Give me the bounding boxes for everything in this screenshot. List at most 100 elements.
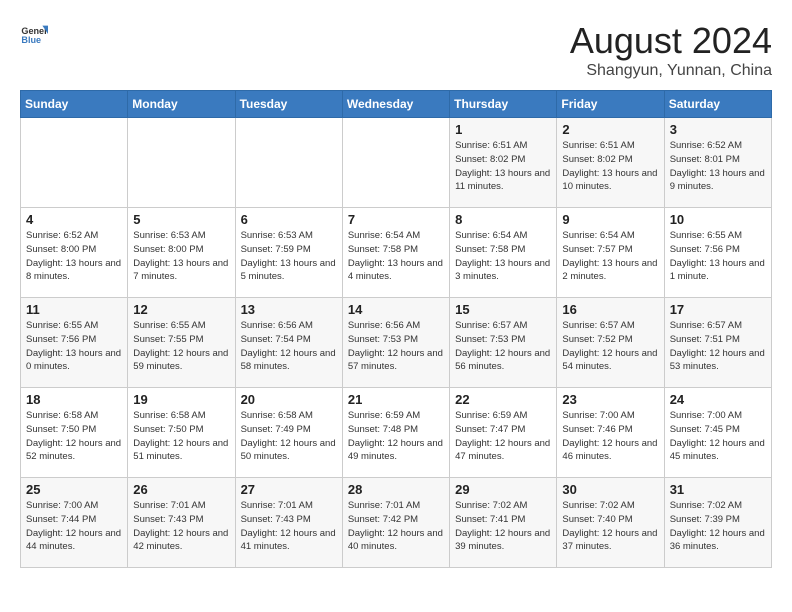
day-number: 23 bbox=[562, 392, 658, 407]
calendar-body: 1 Sunrise: 6:51 AM Sunset: 8:02 PM Daylig… bbox=[21, 118, 772, 568]
day-number: 11 bbox=[26, 302, 122, 317]
calendar-table: SundayMondayTuesdayWednesdayThursdayFrid… bbox=[20, 90, 772, 568]
day-content: Sunrise: 7:02 AM Sunset: 7:41 PM Dayligh… bbox=[455, 499, 551, 554]
day-number: 20 bbox=[241, 392, 337, 407]
calendar-cell: 17Sunrise: 6:57 AM Sunset: 7:51 PM Dayli… bbox=[664, 298, 771, 388]
calendar-cell: 5 Sunrise: 6:53 AM Sunset: 8:00 PM Daylig… bbox=[128, 208, 235, 298]
day-content: Sunrise: 6:59 AM Sunset: 7:47 PM Dayligh… bbox=[455, 409, 551, 464]
day-number: 31 bbox=[670, 482, 766, 497]
calendar-week-row: 1 Sunrise: 6:51 AM Sunset: 8:02 PM Daylig… bbox=[21, 118, 772, 208]
day-number: 7 bbox=[348, 212, 444, 227]
calendar-cell: 13Sunrise: 6:56 AM Sunset: 7:54 PM Dayli… bbox=[235, 298, 342, 388]
calendar-cell bbox=[128, 118, 235, 208]
day-content: Sunrise: 6:57 AM Sunset: 7:51 PM Dayligh… bbox=[670, 319, 766, 374]
calendar-cell: 10Sunrise: 6:55 AM Sunset: 7:56 PM Dayli… bbox=[664, 208, 771, 298]
day-content: Sunrise: 6:59 AM Sunset: 7:48 PM Dayligh… bbox=[348, 409, 444, 464]
calendar-cell: 11 Sunrise: 6:55 AM Sunset: 7:56 PM Dayli… bbox=[21, 298, 128, 388]
day-content: Sunrise: 7:02 AM Sunset: 7:39 PM Dayligh… bbox=[670, 499, 766, 554]
logo: General Blue bbox=[20, 20, 48, 48]
calendar-cell: 8 Sunrise: 6:54 AM Sunset: 7:58 PM Daylig… bbox=[450, 208, 557, 298]
day-number: 26 bbox=[133, 482, 229, 497]
calendar-cell: 16 Sunrise: 6:57 AM Sunset: 7:52 PM Dayli… bbox=[557, 298, 664, 388]
logo-icon: General Blue bbox=[20, 20, 48, 48]
calendar-week-row: 18 Sunrise: 6:58 AM Sunset: 7:50 PM Dayli… bbox=[21, 388, 772, 478]
calendar-cell: 3 Sunrise: 6:52 AM Sunset: 8:01 PM Daylig… bbox=[664, 118, 771, 208]
day-number: 22 bbox=[455, 392, 551, 407]
location-subtitle: Shangyun, Yunnan, China bbox=[570, 62, 772, 80]
calendar-cell bbox=[235, 118, 342, 208]
day-number: 5 bbox=[133, 212, 229, 227]
month-year-title: August 2024 bbox=[570, 20, 772, 62]
day-number: 15 bbox=[455, 302, 551, 317]
calendar-cell: 19Sunrise: 6:58 AM Sunset: 7:50 PM Dayli… bbox=[128, 388, 235, 478]
calendar-header-cell: Monday bbox=[128, 91, 235, 118]
day-number: 29 bbox=[455, 482, 551, 497]
day-content: Sunrise: 7:00 AM Sunset: 7:45 PM Dayligh… bbox=[670, 409, 766, 464]
calendar-header-cell: Tuesday bbox=[235, 91, 342, 118]
day-number: 16 bbox=[562, 302, 658, 317]
day-number: 9 bbox=[562, 212, 658, 227]
day-content: Sunrise: 6:56 AM Sunset: 7:54 PM Dayligh… bbox=[241, 319, 337, 374]
day-content: Sunrise: 7:00 AM Sunset: 7:46 PM Dayligh… bbox=[562, 409, 658, 464]
day-content: Sunrise: 6:58 AM Sunset: 7:50 PM Dayligh… bbox=[26, 409, 122, 464]
day-content: Sunrise: 6:51 AM Sunset: 8:02 PM Dayligh… bbox=[562, 139, 658, 194]
calendar-cell bbox=[342, 118, 449, 208]
calendar-cell: 14Sunrise: 6:56 AM Sunset: 7:53 PM Dayli… bbox=[342, 298, 449, 388]
day-content: Sunrise: 7:01 AM Sunset: 7:43 PM Dayligh… bbox=[241, 499, 337, 554]
calendar-week-row: 11 Sunrise: 6:55 AM Sunset: 7:56 PM Dayli… bbox=[21, 298, 772, 388]
day-number: 4 bbox=[26, 212, 122, 227]
day-content: Sunrise: 6:53 AM Sunset: 7:59 PM Dayligh… bbox=[241, 229, 337, 284]
calendar-header-cell: Wednesday bbox=[342, 91, 449, 118]
calendar-cell: 25 Sunrise: 7:00 AM Sunset: 7:44 PM Dayli… bbox=[21, 478, 128, 568]
day-content: Sunrise: 7:01 AM Sunset: 7:42 PM Dayligh… bbox=[348, 499, 444, 554]
day-number: 25 bbox=[26, 482, 122, 497]
calendar-cell: 6 Sunrise: 6:53 AM Sunset: 7:59 PM Daylig… bbox=[235, 208, 342, 298]
calendar-cell: 7Sunrise: 6:54 AM Sunset: 7:58 PM Daylig… bbox=[342, 208, 449, 298]
calendar-cell: 26 Sunrise: 7:01 AM Sunset: 7:43 PM Dayli… bbox=[128, 478, 235, 568]
calendar-cell: 29 Sunrise: 7:02 AM Sunset: 7:41 PM Dayli… bbox=[450, 478, 557, 568]
day-number: 18 bbox=[26, 392, 122, 407]
day-content: Sunrise: 6:54 AM Sunset: 7:57 PM Dayligh… bbox=[562, 229, 658, 284]
day-number: 28 bbox=[348, 482, 444, 497]
calendar-cell: 15 Sunrise: 6:57 AM Sunset: 7:53 PM Dayli… bbox=[450, 298, 557, 388]
calendar-cell: 21Sunrise: 6:59 AM Sunset: 7:48 PM Dayli… bbox=[342, 388, 449, 478]
calendar-cell: 12Sunrise: 6:55 AM Sunset: 7:55 PM Dayli… bbox=[128, 298, 235, 388]
day-content: Sunrise: 6:51 AM Sunset: 8:02 PM Dayligh… bbox=[455, 139, 551, 194]
calendar-cell: 24Sunrise: 7:00 AM Sunset: 7:45 PM Dayli… bbox=[664, 388, 771, 478]
day-content: Sunrise: 6:57 AM Sunset: 7:53 PM Dayligh… bbox=[455, 319, 551, 374]
calendar-header-cell: Saturday bbox=[664, 91, 771, 118]
svg-text:Blue: Blue bbox=[21, 35, 41, 45]
day-number: 27 bbox=[241, 482, 337, 497]
day-number: 2 bbox=[562, 122, 658, 137]
day-content: Sunrise: 7:01 AM Sunset: 7:43 PM Dayligh… bbox=[133, 499, 229, 554]
calendar-cell: 28 Sunrise: 7:01 AM Sunset: 7:42 PM Dayli… bbox=[342, 478, 449, 568]
day-content: Sunrise: 6:53 AM Sunset: 8:00 PM Dayligh… bbox=[133, 229, 229, 284]
calendar-header-cell: Thursday bbox=[450, 91, 557, 118]
calendar-week-row: 25 Sunrise: 7:00 AM Sunset: 7:44 PM Dayli… bbox=[21, 478, 772, 568]
calendar-cell: 1 Sunrise: 6:51 AM Sunset: 8:02 PM Daylig… bbox=[450, 118, 557, 208]
calendar-header-cell: Sunday bbox=[21, 91, 128, 118]
calendar-cell: 4Sunrise: 6:52 AM Sunset: 8:00 PM Daylig… bbox=[21, 208, 128, 298]
title-area: August 2024 Shangyun, Yunnan, China bbox=[570, 20, 772, 80]
day-content: Sunrise: 6:58 AM Sunset: 7:49 PM Dayligh… bbox=[241, 409, 337, 464]
calendar-cell: 31 Sunrise: 7:02 AM Sunset: 7:39 PM Dayli… bbox=[664, 478, 771, 568]
day-content: Sunrise: 6:57 AM Sunset: 7:52 PM Dayligh… bbox=[562, 319, 658, 374]
day-number: 30 bbox=[562, 482, 658, 497]
day-number: 3 bbox=[670, 122, 766, 137]
calendar-cell: 23 Sunrise: 7:00 AM Sunset: 7:46 PM Dayli… bbox=[557, 388, 664, 478]
calendar-cell: 9 Sunrise: 6:54 AM Sunset: 7:57 PM Daylig… bbox=[557, 208, 664, 298]
day-content: Sunrise: 6:52 AM Sunset: 8:01 PM Dayligh… bbox=[670, 139, 766, 194]
day-number: 8 bbox=[455, 212, 551, 227]
day-number: 10 bbox=[670, 212, 766, 227]
calendar-week-row: 4Sunrise: 6:52 AM Sunset: 8:00 PM Daylig… bbox=[21, 208, 772, 298]
calendar-cell: 2 Sunrise: 6:51 AM Sunset: 8:02 PM Daylig… bbox=[557, 118, 664, 208]
calendar-cell: 27 Sunrise: 7:01 AM Sunset: 7:43 PM Dayli… bbox=[235, 478, 342, 568]
calendar-cell: 18 Sunrise: 6:58 AM Sunset: 7:50 PM Dayli… bbox=[21, 388, 128, 478]
calendar-cell: 22 Sunrise: 6:59 AM Sunset: 7:47 PM Dayli… bbox=[450, 388, 557, 478]
day-content: Sunrise: 7:00 AM Sunset: 7:44 PM Dayligh… bbox=[26, 499, 122, 554]
day-number: 6 bbox=[241, 212, 337, 227]
day-content: Sunrise: 6:55 AM Sunset: 7:56 PM Dayligh… bbox=[26, 319, 122, 374]
day-number: 1 bbox=[455, 122, 551, 137]
day-number: 14 bbox=[348, 302, 444, 317]
day-content: Sunrise: 6:54 AM Sunset: 7:58 PM Dayligh… bbox=[455, 229, 551, 284]
